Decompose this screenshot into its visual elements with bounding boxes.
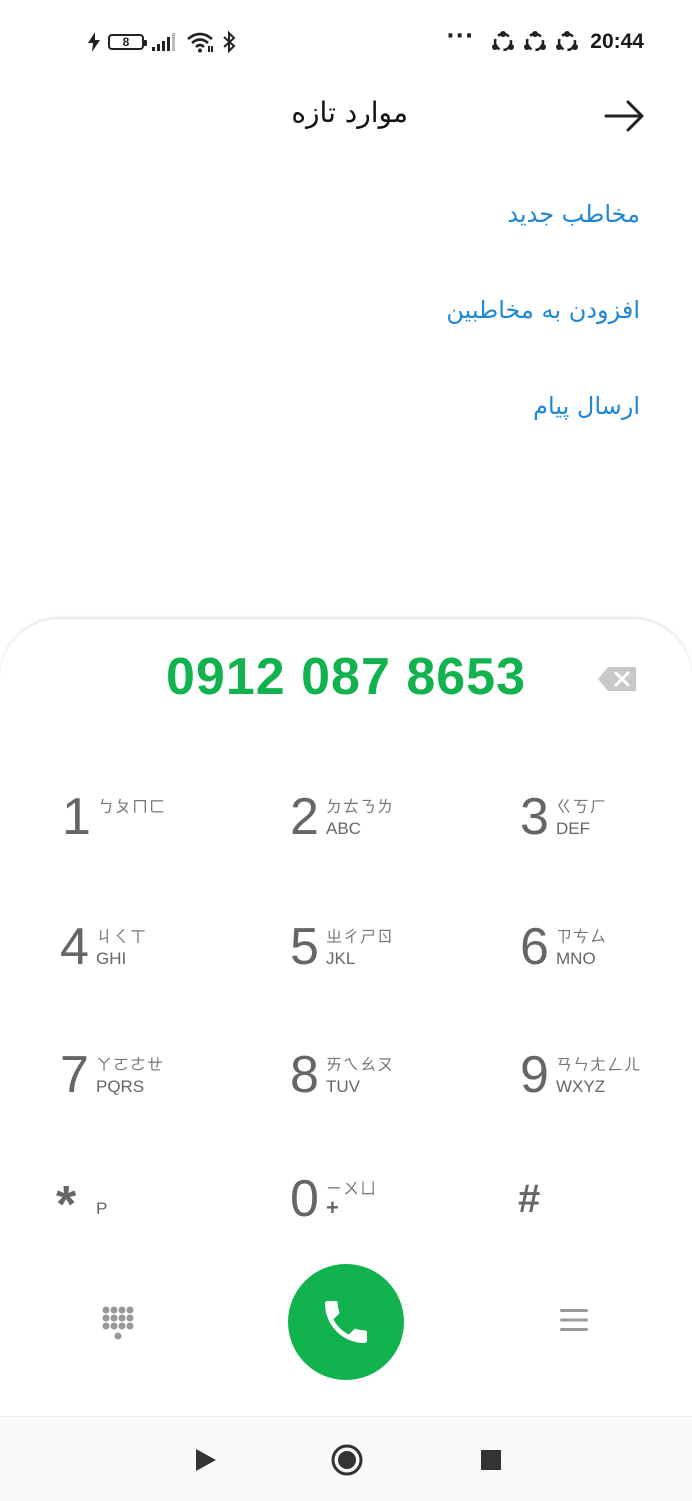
key-zhuyin: ㄓㄔㄕㄖ: [326, 927, 395, 946]
dialpad-icon[interactable]: [100, 1304, 134, 1344]
status-right-icons: ··· 20:44: [446, 24, 644, 56]
key-digit: 3: [520, 788, 549, 846]
arrow-icon[interactable]: [602, 98, 646, 134]
key-zhuyin: ㄉㄊㄋㄌ: [326, 797, 395, 816]
key-4[interactable]: 4 ㄐㄑㄒ GHI: [60, 917, 260, 1027]
key-letters: MNO: [556, 949, 596, 968]
backspace-icon[interactable]: [596, 665, 638, 693]
recents-square-icon[interactable]: [480, 1449, 502, 1471]
wifi-icon: [187, 32, 213, 53]
key-zhuyin: ㄍㄎㄏ: [556, 797, 608, 816]
key-zhuyin: ㄞㄟㄠㄡ: [326, 1055, 395, 1074]
key-digit: 2: [290, 788, 319, 846]
key-zhuyin: ㄅㄆㄇㄈ: [98, 797, 167, 816]
notification-icon: [556, 31, 579, 52]
key-hash[interactable]: #: [518, 1169, 692, 1279]
key-letters: GHI: [96, 949, 127, 968]
key-zhuyin: ㄢㄣㄤㄥㄦ: [556, 1055, 642, 1074]
key-digit: 8: [290, 1046, 319, 1104]
call-actions: [0, 1264, 692, 1384]
key-letters: ABC: [326, 819, 361, 838]
system-nav-bar: [0, 1416, 692, 1501]
key-digit: 9: [520, 1046, 549, 1104]
key-5[interactable]: 5 ㄓㄔㄕㄖ JKL: [290, 917, 490, 1027]
key-6[interactable]: 6 ㄗㄘㄙ MNO: [520, 917, 692, 1027]
key-letters: WXYZ: [556, 1077, 606, 1096]
key-2[interactable]: 2 ㄉㄊㄋㄌ ABC: [290, 787, 490, 897]
notification-icon: [492, 31, 515, 52]
key-1[interactable]: 1 ㄅㄆㄇㄈ: [62, 787, 262, 897]
notification-icon: [524, 31, 547, 52]
new-contact-link[interactable]: مخاطب جدید: [40, 190, 640, 286]
header: موارد تازه: [0, 84, 692, 148]
key-0[interactable]: 0 ㄧㄨㄩ +: [290, 1169, 490, 1279]
charging-bolt-icon: [88, 32, 100, 52]
page-title: موارد تازه: [291, 96, 408, 129]
key-digit: 0: [290, 1170, 319, 1228]
key-letters: P: [96, 1199, 108, 1218]
key-9[interactable]: 9 ㄢㄣㄤㄥㄦ WXYZ: [520, 1045, 692, 1155]
call-button[interactable]: [288, 1264, 404, 1380]
key-digit: 4: [60, 918, 89, 976]
status-bar: 8 ··· 20:44: [0, 0, 692, 84]
status-time: 20:44: [590, 30, 644, 53]
key-star[interactable]: * P: [56, 1169, 256, 1279]
key-3[interactable]: 3 ㄍㄎㄏ DEF: [520, 787, 692, 897]
home-circle-icon[interactable]: [330, 1443, 364, 1477]
status-left-icons: 8: [88, 28, 236, 56]
key-digit: #: [518, 1177, 541, 1221]
key-letters: DEF: [556, 819, 590, 838]
key-digit: *: [56, 1176, 77, 1234]
key-letters: PQRS: [96, 1077, 145, 1096]
signal-icon: [152, 33, 175, 51]
key-digit: 7: [60, 1046, 89, 1104]
add-to-contacts-link[interactable]: افزودن به مخاطبین: [40, 286, 640, 382]
key-zhuyin: ㄐㄑㄒ: [96, 927, 148, 946]
phone-icon: [325, 1301, 367, 1343]
battery-icon: 8: [108, 34, 147, 50]
recent-actions-list: مخاطب جدید افزودن به مخاطبین ارسال پیام: [40, 190, 640, 478]
overflow-dots: ···: [446, 24, 475, 49]
key-zhuyin: ㄚㄛㄜㄝ: [96, 1055, 165, 1074]
send-message-link[interactable]: ارسال پیام: [40, 382, 640, 478]
key-digit: 1: [62, 788, 91, 846]
battery-level: 8: [122, 35, 130, 49]
key-8[interactable]: 8 ㄞㄟㄠㄡ TUV: [290, 1045, 490, 1155]
menu-icon[interactable]: [558, 1306, 590, 1334]
key-letters: JKL: [326, 949, 356, 968]
dialed-number[interactable]: 0912 087 8653: [0, 647, 692, 707]
key-digit: 6: [520, 918, 549, 976]
back-triangle-icon[interactable]: [194, 1447, 218, 1473]
bluetooth-icon: [223, 31, 236, 53]
key-zhuyin: ㄗㄘㄙ: [556, 927, 608, 946]
key-7[interactable]: 7 ㄚㄛㄜㄝ PQRS: [60, 1045, 260, 1155]
key-letters: TUV: [326, 1077, 360, 1096]
key-letters: +: [326, 1195, 339, 1220]
key-digit: 5: [290, 918, 319, 976]
